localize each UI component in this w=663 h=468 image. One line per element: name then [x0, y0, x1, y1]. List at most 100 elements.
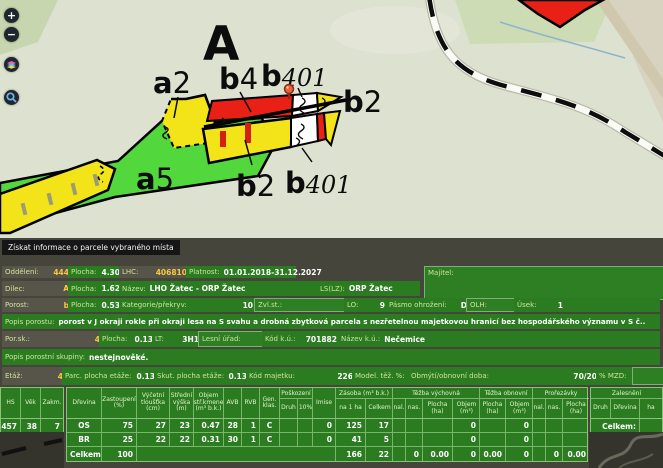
cell-pr-nas: [546, 433, 563, 446]
col-hs: HS: [1, 388, 21, 418]
cell-tv-objem: 0: [453, 447, 480, 461]
cell-pr-plocha: [563, 433, 589, 446]
colgroup-tezba-vychovna: Těžba výchovná nal. nas. Plocha (ha) Obj…: [393, 388, 480, 418]
field-mzd-input: [632, 367, 663, 385]
col-tv-nas: nas.: [406, 399, 423, 418]
cell-objem: 0.31: [194, 433, 224, 446]
cell-zasoba-celkem: 5: [366, 433, 393, 446]
panel-row-dilec: Dílec:A Plocha:1.62 Název:LHO Žatec - OR…: [2, 281, 420, 296]
stand-label-b2-bottom: b2: [236, 169, 275, 203]
table-header-main: Dřevina Zastoupení (%) Výčetní tloušťka …: [67, 388, 587, 419]
parcel-b2-right-bottom[interactable]: [324, 111, 340, 145]
cell-tv-nas: 0: [406, 447, 423, 461]
col-objem: Objem stř.kmene (m³ b.k.): [194, 388, 224, 418]
field-oddeleni: Oddělení:444: [2, 266, 72, 278]
cell-na1ha: 166: [336, 447, 366, 461]
col-gen: Gen. klas.: [260, 388, 280, 418]
zoom-out-button[interactable]: −: [4, 27, 19, 42]
cell-rvb: 1: [242, 419, 260, 432]
col-pr-plocha: Plocha (ha): [563, 399, 589, 418]
col-drevina: Dřevina: [67, 388, 102, 418]
cell-pr-plocha: [563, 419, 589, 432]
col-to-plocha: Plocha (ha): [480, 399, 506, 418]
cell-to-objem: 0: [506, 447, 533, 461]
stand-label-b4: b4: [219, 62, 258, 96]
panel-row-etaz: Etáž:4 Parc. plocha etáže:0.13 Skut. plo…: [2, 367, 660, 385]
table-section-left: HS Věk Zakm. 457 38 7: [0, 387, 64, 434]
cell-to-plocha: [480, 433, 506, 446]
field-plocha-porsk: Plocha:0.13: [99, 331, 156, 347]
cell-to-objem: 0: [506, 433, 533, 446]
cell-rvb: 1: [242, 433, 260, 446]
cell-zastoupeni: 25: [102, 433, 137, 446]
field-model-tez: Model. těž. %:0: [352, 367, 412, 385]
cell-gen: C: [260, 419, 280, 432]
cell-drevina: BR: [67, 433, 102, 446]
field-nazev: Název:LHO Žatec - ORP Žatec: [119, 281, 321, 296]
stand-label-a2-top: a2: [153, 66, 191, 100]
cell-tv-plocha: 0.00: [423, 447, 453, 461]
col-tv-nal: nal.: [393, 399, 406, 418]
col-zasoba-celkem: Celkem: [366, 399, 393, 418]
map-canvas[interactable]: A a2 b4 b401 b2 a5 b2 b401: [0, 0, 663, 242]
colgroup-poskozeni: Poškození Druh 10%: [280, 388, 313, 418]
cell-zasoba-celkem: 22: [366, 447, 393, 461]
field-kategorie: Kategorie/překryv:10: [119, 298, 256, 312]
parcel-b401-bottom[interactable]: [291, 114, 318, 147]
cell-drevina: OS: [67, 419, 102, 432]
field-skut-plocha: Skut. plocha etáže:0.13: [154, 367, 250, 385]
cell-avb: 30: [224, 433, 242, 446]
field-lhc: LHC:406810: [119, 266, 190, 278]
map[interactable]: A a2 b4 b401 b2 a5 b2 b401 + −: [0, 0, 663, 242]
col-zal-ha: ha: [640, 399, 662, 418]
table-row-os: OS 75 27 23 0.47 28 1 C 0 125 17 0 0: [67, 419, 587, 433]
cell-pr-nal: [533, 447, 546, 461]
panel-row-porost: Porost:b Plocha:0.53 Kategorie/překryv:1…: [2, 298, 660, 312]
col-zastoupeni: Zastoupení (%): [102, 388, 137, 418]
col-tv-plocha: Plocha (ha): [423, 399, 453, 418]
get-parcel-info-button[interactable]: Získat informace o parcele vybraného mís…: [2, 240, 180, 255]
cell-to-plocha: 0.00: [480, 447, 506, 461]
cell-tv-nas: [406, 419, 423, 432]
cell-imise: 0: [313, 433, 336, 446]
cell-avb: 28: [224, 419, 242, 432]
cell-stredni: 22: [170, 433, 194, 446]
cell-stredni: 23: [170, 419, 194, 432]
cell-imise: 0: [313, 419, 336, 432]
search-button[interactable]: [4, 90, 19, 105]
cell-zal-celkem-label: Celkem:: [591, 419, 640, 433]
plus-icon: +: [7, 10, 16, 21]
table-section-main: Dřevina Zastoupení (%) Výčetní tloušťka …: [66, 387, 588, 462]
magnifier-icon: [6, 92, 17, 103]
cell-tv-plocha: [423, 433, 453, 446]
field-olh: OLH:: [466, 298, 518, 312]
cell-posk-druh: [280, 419, 298, 432]
field-lt: LT:3H1: [152, 331, 202, 347]
map-peek-bottomright: [589, 432, 663, 468]
layers-button[interactable]: [4, 57, 19, 72]
table-row-br: BR 25 22 22 0.31 30 1 C 0 41 5 0 0: [67, 433, 587, 447]
field-porsk: Por.sk.:4: [2, 331, 103, 347]
panel-row-oddeleni: Oddělení:444 Plocha:4.30 LHC:406810 Plat…: [2, 266, 296, 278]
stand-label-b2-right: b2: [343, 85, 382, 119]
cell-vycetni: 27: [137, 419, 170, 432]
field-obmyti: Obmýtí/obnovní doba:70/20: [408, 367, 600, 385]
col-rvb: RVB: [242, 388, 260, 418]
layers-icon: [6, 59, 17, 70]
zoom-in-button[interactable]: +: [4, 8, 19, 23]
cell-zastoupeni: 75: [102, 419, 137, 432]
table-row: 457 38 7: [1, 419, 63, 433]
col-tv-objem: Objem (m³): [453, 399, 480, 418]
colgroup-zasoba: Zásoba (m³ b.k.) na 1 ha Celkem: [336, 388, 393, 418]
field-kod-majetku: Kód majetku:226: [246, 367, 356, 385]
cell-zasoba-celkem: 17: [366, 419, 393, 432]
cell-hs: 457: [1, 419, 21, 433]
cell-posk-druh: [280, 433, 298, 446]
col-zal-drevina: Dřevina: [611, 399, 640, 418]
col-pr-nas: nas.: [546, 399, 563, 418]
field-usek: Úsek:1: [514, 298, 566, 312]
panel-row-popis-porostu: Popis porostu: porost v J okraji rokle p…: [2, 314, 660, 329]
panel-row-porsk: Por.sk.:4 Plocha:0.13 LT:3H1 Lesní úřad:…: [2, 331, 660, 347]
cell-tv-nal: [393, 433, 406, 446]
field-lslz: LS(LZ):ORP Žatec: [317, 281, 420, 296]
